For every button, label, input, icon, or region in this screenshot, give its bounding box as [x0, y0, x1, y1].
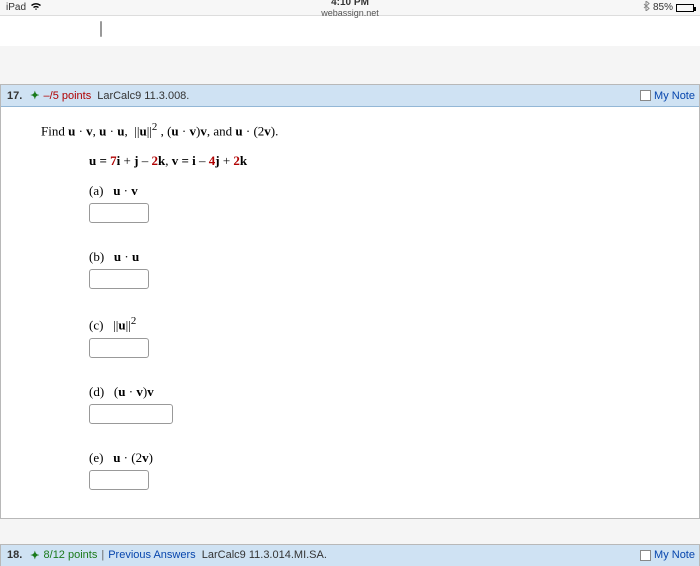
answer-input-e[interactable]: [89, 470, 149, 490]
my-notes-link[interactable]: My Note: [640, 549, 695, 561]
question-number: 18.: [7, 549, 22, 561]
answer-input-d[interactable]: [89, 404, 173, 424]
status-left: iPad: [6, 2, 42, 14]
question-source: LarCalc9 11.3.014.MI.SA.: [202, 549, 327, 561]
question-18-header: 18. ✦ 8/12 points | Previous Answers Lar…: [0, 544, 700, 566]
question-header: 17. ✦ –/5 points LarCalc9 11.3.008. My N…: [1, 85, 699, 107]
question-number: 17.: [7, 90, 22, 102]
url-label: webassign.net: [321, 8, 379, 18]
question-body: Find u · v, u · u, ||u||2 , (u · v)v, an…: [1, 107, 699, 518]
bluetooth-icon: [643, 1, 650, 14]
points-label: –/5 points: [44, 90, 92, 102]
expand-icon[interactable]: ✦: [30, 89, 39, 102]
part-e: (e) u · (2v): [89, 450, 659, 494]
clock: 4:10 PM: [321, 0, 379, 8]
battery-icon: [676, 4, 694, 12]
answer-input-a[interactable]: [89, 203, 149, 223]
part-b: (b) u · u: [89, 249, 659, 293]
part-d-label: (d) (u · v)v: [89, 384, 659, 400]
battery-pct: 85%: [653, 2, 673, 13]
my-notes-link[interactable]: My Note: [640, 90, 695, 102]
part-c-label: (c) ||u||2: [89, 315, 659, 333]
answer-input-b[interactable]: [89, 269, 149, 289]
expand-icon[interactable]: ✦: [30, 549, 39, 562]
notes-checkbox-icon: [640, 90, 651, 101]
instruction: Find u · v, u · u, ||u||2 , (u · v)v, an…: [41, 121, 659, 139]
my-notes-label: My Note: [654, 90, 695, 102]
vector-definitions: u = 7i + j – 2k, v = i – 4j + 2k: [89, 153, 659, 169]
status-center: 4:10 PM webassign.net: [321, 0, 379, 18]
device-label: iPad: [6, 2, 26, 13]
points-label: 8/12 points: [44, 549, 98, 561]
part-b-label: (b) u · u: [89, 249, 659, 265]
status-bar: iPad 4:10 PM webassign.net 85%: [0, 0, 700, 16]
answer-input-stub[interactable]: [100, 21, 102, 37]
part-a: (a) u · v: [89, 183, 659, 227]
question-source: LarCalc9 11.3.008.: [97, 90, 189, 102]
notes-checkbox-icon: [640, 550, 651, 561]
answer-input-c[interactable]: [89, 338, 149, 358]
status-right: 85%: [643, 1, 694, 14]
wifi-icon: [30, 2, 42, 14]
part-a-label: (a) u · v: [89, 183, 659, 199]
part-c: (c) ||u||2: [89, 315, 659, 361]
my-notes-label: My Note: [654, 549, 695, 561]
question-17: 17. ✦ –/5 points LarCalc9 11.3.008. My N…: [0, 84, 700, 519]
prev-question-fragment: [0, 16, 700, 46]
part-d: (d) (u · v)v: [89, 384, 659, 428]
part-e-label: (e) u · (2v): [89, 450, 659, 466]
previous-answers-link[interactable]: Previous Answers: [108, 549, 195, 561]
